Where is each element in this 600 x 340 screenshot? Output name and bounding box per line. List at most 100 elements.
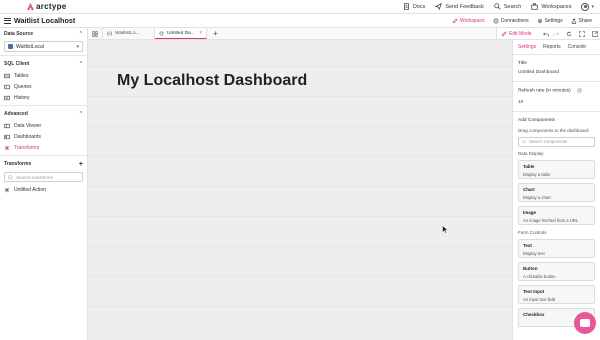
- sidebar-item-queries[interactable]: Queries: [0, 81, 87, 92]
- transform-item[interactable]: Untitled Action: [0, 184, 87, 195]
- user-menu[interactable]: ▾: [581, 2, 594, 11]
- close-icon[interactable]: ×: [199, 30, 202, 36]
- send-feedback-button[interactable]: Send Feedback: [435, 3, 484, 10]
- components-hint: Drag components to the dashboard: [518, 127, 589, 133]
- tab-settings[interactable]: Settings: [518, 44, 536, 50]
- transform-icon: [4, 187, 10, 192]
- sql-client-heading[interactable]: SQL Client ⌃: [0, 58, 87, 70]
- doc-icon: [403, 3, 409, 10]
- sidebar-item-data-viewer[interactable]: Data Viewer: [0, 120, 87, 131]
- workspaces-button[interactable]: Workspaces: [531, 3, 571, 10]
- search-label: Search: [503, 3, 522, 10]
- send-icon: [435, 3, 443, 10]
- edit-icon: [501, 30, 507, 36]
- component-table[interactable]: Table Display a table: [518, 159, 595, 179]
- gear-icon: [537, 18, 542, 23]
- transforms-search-input[interactable]: Search transforms: [4, 172, 83, 182]
- share-button[interactable]: Share: [571, 18, 592, 24]
- arctype-logo-icon: [26, 2, 35, 11]
- data-source-select[interactable]: WaitlistLocal ▾: [4, 41, 83, 52]
- undo-icon[interactable]: [542, 31, 549, 37]
- workspace-button[interactable]: Workspace: [452, 18, 485, 24]
- app-header: Waitlist Localhost Workspace Connections…: [0, 14, 600, 28]
- chevron-down-icon: ▾: [76, 43, 79, 50]
- share-label: Share: [578, 17, 592, 24]
- chat-icon: [580, 319, 590, 327]
- connections-label: Connections: [500, 17, 529, 24]
- settings-panel: Settings Reports Console Title Untitled …: [512, 40, 600, 340]
- search-icon: [494, 3, 501, 10]
- chevron-up-icon: ⌃: [78, 31, 83, 37]
- sidebar-item-transforms[interactable]: Transforms: [0, 142, 87, 153]
- component-button[interactable]: Button A clickable button: [518, 261, 595, 281]
- dashboard-title[interactable]: My Localhost Dashboard: [117, 72, 307, 90]
- add-transform-button[interactable]: +: [79, 161, 83, 168]
- tab-grid-button[interactable]: [88, 28, 103, 39]
- new-tab-button[interactable]: +: [207, 28, 224, 39]
- edit-icon: [452, 17, 458, 23]
- advanced-heading[interactable]: Advanced ⌃: [0, 108, 87, 120]
- send-feedback-label: Send Feedback: [445, 3, 484, 10]
- refresh-rate-field[interactable]: 10: [513, 100, 600, 105]
- edit-mode-toggle[interactable]: Edit Mode: [497, 31, 536, 37]
- docs-button[interactable]: Docs: [403, 3, 426, 10]
- sidebar: Data Source ⌃ WaitlistLocal ▾ SQL Client…: [0, 28, 88, 340]
- table-icon: [4, 73, 10, 78]
- editor-toolbar: Edit Mode: [496, 28, 600, 40]
- search-icon: [522, 139, 526, 144]
- chat-button[interactable]: [574, 312, 596, 334]
- components-search-input[interactable]: Search components: [518, 136, 595, 147]
- fullscreen-icon[interactable]: [578, 30, 585, 37]
- data-source-heading[interactable]: Data Source ⌃: [0, 28, 87, 40]
- query-icon: [4, 84, 10, 89]
- settings-label: Settings: [544, 17, 563, 24]
- share-icon: [571, 17, 576, 24]
- add-components-heading: Add Components: [518, 117, 556, 123]
- chevron-up-icon: ⌃: [78, 61, 83, 67]
- logo[interactable]: arctype: [26, 2, 67, 11]
- tab-bar: WaitlistLo... Untitled Da... × +: [88, 28, 512, 40]
- component-chart[interactable]: Chart Display a chart: [518, 182, 595, 202]
- search-button[interactable]: Search: [494, 3, 521, 10]
- form-controls-heading: Form Controls: [518, 229, 547, 235]
- refresh-icon[interactable]: [566, 30, 572, 37]
- workspaces-label: Workspaces: [541, 3, 572, 10]
- dashboard-icon: [4, 134, 10, 139]
- brand-name: arctype: [36, 2, 67, 11]
- workspaces-icon: [531, 3, 538, 10]
- table-icon: [107, 31, 112, 36]
- search-icon: [8, 174, 13, 180]
- component-text-input[interactable]: Text Input An input text field: [518, 284, 595, 304]
- component-image[interactable]: Image An image fetched from a URL: [518, 205, 595, 225]
- data-display-heading: Data Display: [518, 150, 544, 156]
- tab-reports[interactable]: Reports: [543, 44, 561, 50]
- chevron-down-icon: ▾: [591, 3, 594, 10]
- docs-label: Docs: [412, 3, 426, 10]
- title-field[interactable]: Untitled Dashboard: [513, 70, 600, 75]
- settings-button[interactable]: Settings: [537, 18, 563, 24]
- component-text[interactable]: Text Display text: [518, 238, 595, 258]
- data-viewer-icon: [4, 123, 10, 128]
- sidebar-item-tables[interactable]: Tables: [0, 70, 87, 81]
- mouse-cursor-icon: [442, 225, 449, 234]
- top-bar: arctype Docs Send Feedback Search Worksp…: [0, 0, 600, 14]
- connections-button[interactable]: Connections: [493, 18, 529, 24]
- transforms-heading: Transforms +: [4, 160, 83, 168]
- avatar: [581, 2, 590, 11]
- title-label: Title: [518, 61, 527, 66]
- redo-icon[interactable]: [552, 31, 559, 37]
- open-external-icon[interactable]: [591, 30, 598, 37]
- tab-waitlist[interactable]: WaitlistLo...: [103, 28, 155, 39]
- tab-console[interactable]: Console: [568, 44, 586, 50]
- history-icon: [4, 95, 10, 100]
- connections-icon: [493, 18, 499, 23]
- transform-icon: [4, 145, 10, 150]
- tab-dashboard[interactable]: Untitled Da... ×: [155, 28, 207, 39]
- sidebar-item-history[interactable]: History: [0, 92, 87, 103]
- dashboard-canvas[interactable]: My Localhost Dashboard: [88, 40, 512, 340]
- help-icon[interactable]: ?: [576, 88, 582, 93]
- sidebar-item-dashboards[interactable]: Dashboards: [0, 131, 87, 142]
- menu-icon[interactable]: [4, 17, 11, 24]
- database-icon: [8, 44, 13, 49]
- grid-icon: [92, 30, 98, 37]
